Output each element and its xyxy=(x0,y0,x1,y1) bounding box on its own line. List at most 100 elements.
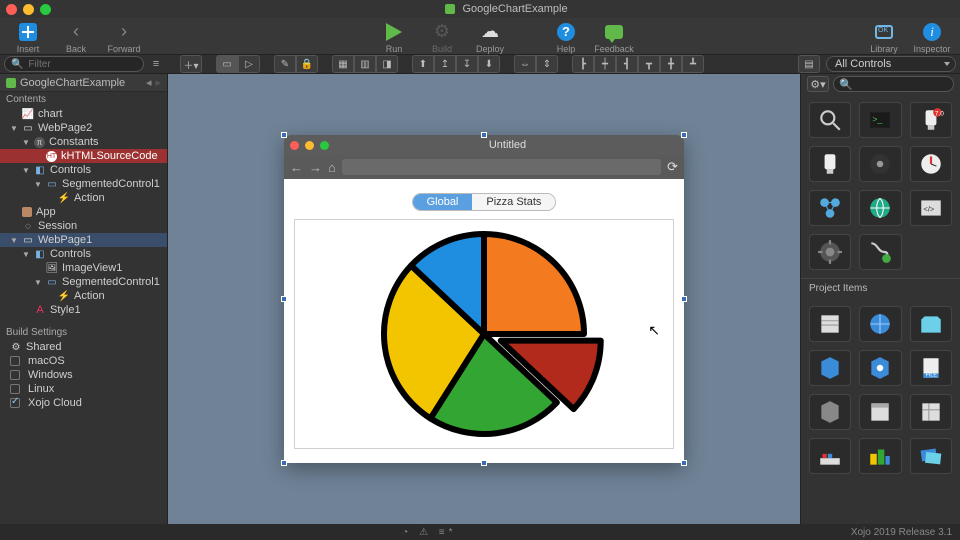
inspector-button[interactable]: i Inspector xyxy=(910,21,954,54)
build-shared[interactable]: ⚙Shared xyxy=(0,340,167,354)
resize-handle-icon[interactable] xyxy=(481,132,487,138)
library-item[interactable] xyxy=(910,438,952,474)
minimize-icon[interactable] xyxy=(305,141,314,150)
help-button[interactable]: ? Help xyxy=(544,21,588,54)
library-item[interactable] xyxy=(859,438,901,474)
resize-handle-icon[interactable] xyxy=(281,132,287,138)
browser-forward-icon[interactable]: → xyxy=(309,160,322,175)
library-item[interactable]: </> xyxy=(910,190,952,226)
window-traffic-lights[interactable] xyxy=(6,4,51,15)
fill-width-button[interactable]: ⇔ xyxy=(514,55,536,73)
status-icons[interactable]: ◔ ⚠ ≡* xyxy=(8,527,851,538)
nav-item-imageview[interactable]: 🖼ImageView1 xyxy=(0,261,167,275)
library-button[interactable]: Library xyxy=(862,21,906,54)
design-window[interactable]: Untitled ← → ⌂ ⟳ Global Pizza Stats xyxy=(284,135,684,463)
build-xojocloud[interactable]: Xojo Cloud xyxy=(0,396,167,410)
library-item[interactable] xyxy=(859,306,901,342)
library-item[interactable] xyxy=(910,306,952,342)
lock-tool-button[interactable]: 🔒 xyxy=(296,55,318,73)
segment-global[interactable]: Global xyxy=(413,194,473,210)
browser-reload-icon[interactable]: ⟳ xyxy=(667,159,678,175)
order-up-button[interactable]: ↥ xyxy=(434,55,456,73)
checkbox-icon[interactable] xyxy=(10,384,20,394)
nav-back-icon[interactable]: ◂ xyxy=(146,76,152,89)
library-item[interactable] xyxy=(809,146,851,182)
align-middle-button[interactable]: ╋ xyxy=(660,55,682,73)
nav-group-controls-2[interactable]: ▼◧Controls xyxy=(0,163,167,177)
nav-group-controls-1[interactable]: ▼◧Controls xyxy=(0,247,167,261)
controls-filter-dropdown[interactable]: All Controls xyxy=(826,56,956,72)
zoom-icon[interactable] xyxy=(320,141,329,150)
deploy-button[interactable]: ☁ Deploy xyxy=(468,21,512,54)
resize-handle-icon[interactable] xyxy=(681,296,687,302)
checkbox-icon[interactable] xyxy=(10,370,20,380)
close-icon[interactable] xyxy=(290,141,299,150)
align-top-button[interactable]: ┳ xyxy=(638,55,660,73)
library-item[interactable] xyxy=(859,190,901,226)
resize-handle-icon[interactable] xyxy=(281,460,287,466)
insert-button[interactable]: Insert xyxy=(6,21,50,54)
feedback-button[interactable]: Feedback xyxy=(592,21,636,54)
add-item-button[interactable]: ＋▾ xyxy=(180,55,202,73)
nav-item-segctrl-2[interactable]: ▼▭SegmentedControl1 xyxy=(0,177,167,191)
library-search[interactable]: 🔍 xyxy=(833,76,954,92)
library-item[interactable] xyxy=(809,306,851,342)
minimize-window-icon[interactable] xyxy=(23,4,34,15)
library-item[interactable] xyxy=(809,234,851,270)
nav-item-webpage1[interactable]: ▼▭WebPage1 xyxy=(0,233,167,247)
build-macos[interactable]: macOS xyxy=(0,354,167,368)
library-item[interactable]: FILE xyxy=(910,350,952,386)
layout-view-button[interactable]: ▭ xyxy=(216,55,238,73)
library-item[interactable] xyxy=(809,190,851,226)
library-item[interactable] xyxy=(859,234,901,270)
fill-height-button[interactable]: ⇕ xyxy=(536,55,558,73)
segment-pizza[interactable]: Pizza Stats xyxy=(472,194,555,210)
edit-tool-button[interactable]: ✎ xyxy=(274,55,296,73)
forward-button[interactable]: › Forward xyxy=(102,21,146,54)
order-down-button[interactable]: ↧ xyxy=(456,55,478,73)
library-item[interactable] xyxy=(859,146,901,182)
nav-item-action-2[interactable]: ⚡Action xyxy=(0,191,167,205)
library-item[interactable] xyxy=(809,102,851,138)
library-item[interactable] xyxy=(910,146,952,182)
resize-handle-icon[interactable] xyxy=(281,296,287,302)
checkbox-icon[interactable] xyxy=(10,356,20,366)
nav-item-session[interactable]: ◌Session xyxy=(0,219,167,233)
align-left-button[interactable]: ┣ xyxy=(572,55,594,73)
navigator-filter[interactable]: 🔍 xyxy=(4,56,144,72)
navigator-settings-icon[interactable]: ≡ xyxy=(148,56,164,72)
nav-group-constants[interactable]: ▼πConstants xyxy=(0,135,167,149)
grid-1-button[interactable]: ▦ xyxy=(332,55,354,73)
resize-handle-icon[interactable] xyxy=(681,132,687,138)
navigator-filter-input[interactable] xyxy=(26,58,137,71)
library-item[interactable] xyxy=(859,350,901,386)
back-button[interactable]: ‹ Back xyxy=(54,21,98,54)
order-back-button[interactable]: ⬇ xyxy=(478,55,500,73)
controls-scope-button[interactable]: ▤ xyxy=(798,55,820,73)
grid-2-button[interactable]: ▥ xyxy=(354,55,376,73)
align-center-button[interactable]: ┿ xyxy=(594,55,616,73)
library-settings-button[interactable]: ⚙▾ xyxy=(807,76,829,92)
grid-3-button[interactable]: ◨ xyxy=(376,55,398,73)
library-item[interactable] xyxy=(910,394,952,430)
nav-item-style1[interactable]: AStyle1 xyxy=(0,303,167,317)
resize-handle-icon[interactable] xyxy=(481,460,487,466)
zoom-window-icon[interactable] xyxy=(40,4,51,15)
library-item[interactable]: 7.0 xyxy=(910,102,952,138)
nav-item-app[interactable]: App xyxy=(0,205,167,219)
browser-back-icon[interactable]: ← xyxy=(290,160,303,175)
project-header[interactable]: GoogleChartExample ◂ ▸ xyxy=(0,74,167,92)
align-bottom-button[interactable]: ┻ xyxy=(682,55,704,73)
align-right-button[interactable]: ┫ xyxy=(616,55,638,73)
browser-home-icon[interactable]: ⌂ xyxy=(328,160,336,175)
browser-address-bar[interactable] xyxy=(342,159,661,175)
checkbox-icon[interactable] xyxy=(10,398,20,408)
build-windows[interactable]: Windows xyxy=(0,368,167,382)
library-item[interactable]: >_ xyxy=(859,102,901,138)
library-item[interactable] xyxy=(859,394,901,430)
library-item[interactable] xyxy=(809,350,851,386)
nav-item-chart[interactable]: 📈chart xyxy=(0,107,167,121)
library-item[interactable] xyxy=(809,438,851,474)
nav-item-segctrl-1[interactable]: ▼▭SegmentedControl1 xyxy=(0,275,167,289)
build-button[interactable]: ⚙ Build xyxy=(420,21,464,54)
